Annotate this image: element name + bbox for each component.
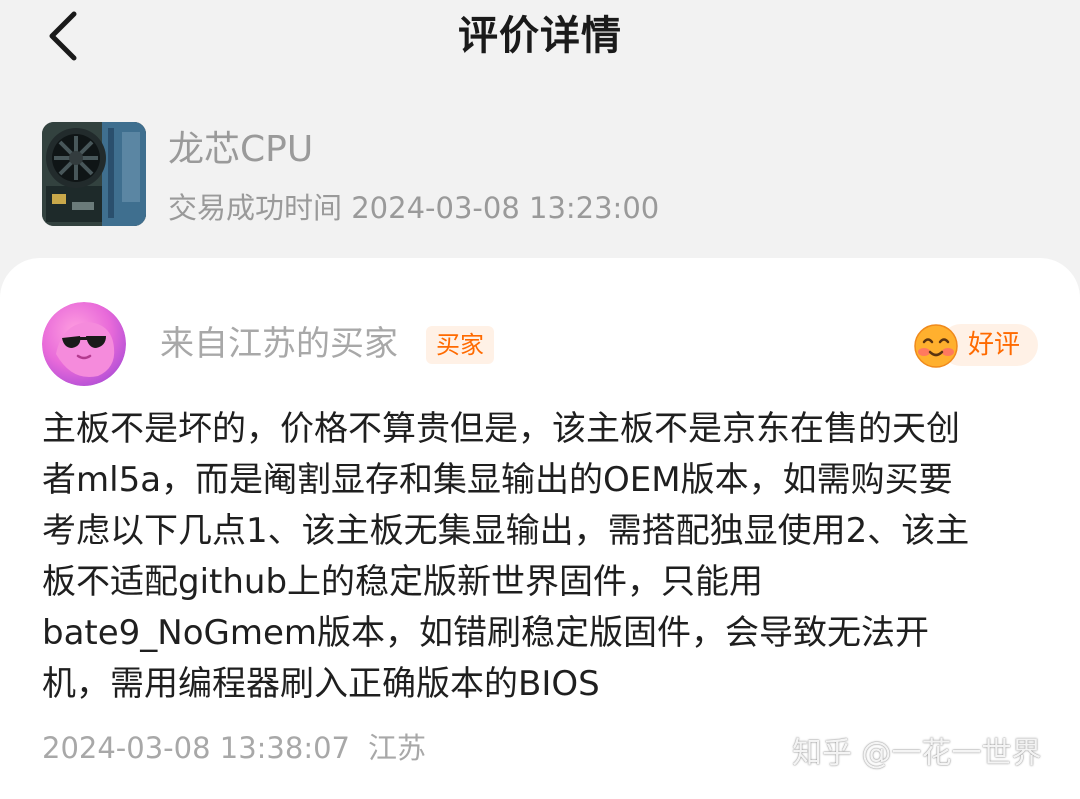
review-card: 来自江苏的买家 买家 好评 主板不是坏的，价格不算贵但是，该主板不是京东在售的天… xyxy=(0,258,1080,799)
transaction-time-label: 交易成功时间 xyxy=(168,191,343,225)
product-info[interactable]: 龙芯CPU 交易成功时间 2024-03-08 13:23:00 xyxy=(42,122,842,232)
transaction-time: 交易成功时间 2024-03-08 13:23:00 xyxy=(168,188,659,228)
review-line: 考虑以下几点1、该主板无集显输出，需搭配独显使用2、该主 xyxy=(42,511,970,551)
buyer-badge: 买家 xyxy=(426,326,494,364)
product-thumbnail[interactable] xyxy=(42,122,146,226)
product-name[interactable]: 龙芯CPU xyxy=(168,126,313,174)
review-meta: 2024-03-08 13:38:07 江苏 xyxy=(42,728,426,768)
review-date: 2024-03-08 13:38:07 xyxy=(42,731,350,765)
review-line: bate9_NoGmem版本，如错刷稳定版固件，会导致无法开 xyxy=(42,613,930,653)
review-text: 主板不是坏的，价格不算贵但是，该主板不是京东在售的天创 者ml5a，而是阉割显存… xyxy=(42,404,1042,710)
review-detail-page: 评价详情 龙芯CPU 交易成功时间 2024-03-08 13:23:00 来自… xyxy=(0,0,1080,799)
rating-label: 好评 xyxy=(968,330,1021,360)
review-region: 江苏 xyxy=(368,731,427,765)
transaction-time-value: 2024-03-08 13:23:00 xyxy=(351,191,660,225)
review-line: 者ml5a，而是阉割显存和集显输出的OEM版本，如需购买要 xyxy=(42,460,953,500)
review-line: 板不适配github上的稳定版新世界固件，只能用 xyxy=(42,562,764,602)
avatar[interactable] xyxy=(42,302,126,386)
nav-bar: 评价详情 xyxy=(0,0,1080,72)
watermark: 知乎 @一花一世界 xyxy=(792,736,1042,771)
smiling-face-icon xyxy=(914,324,958,368)
buyer-name: 来自江苏的买家 xyxy=(160,324,398,364)
rating-badge: 好评 xyxy=(912,322,1040,368)
review-line: 主板不是坏的，价格不算贵但是，该主板不是京东在售的天创 xyxy=(42,409,960,449)
page-title: 评价详情 xyxy=(458,13,622,59)
review-line: 机，需用编程器刷入正确版本的BIOS xyxy=(42,664,600,704)
